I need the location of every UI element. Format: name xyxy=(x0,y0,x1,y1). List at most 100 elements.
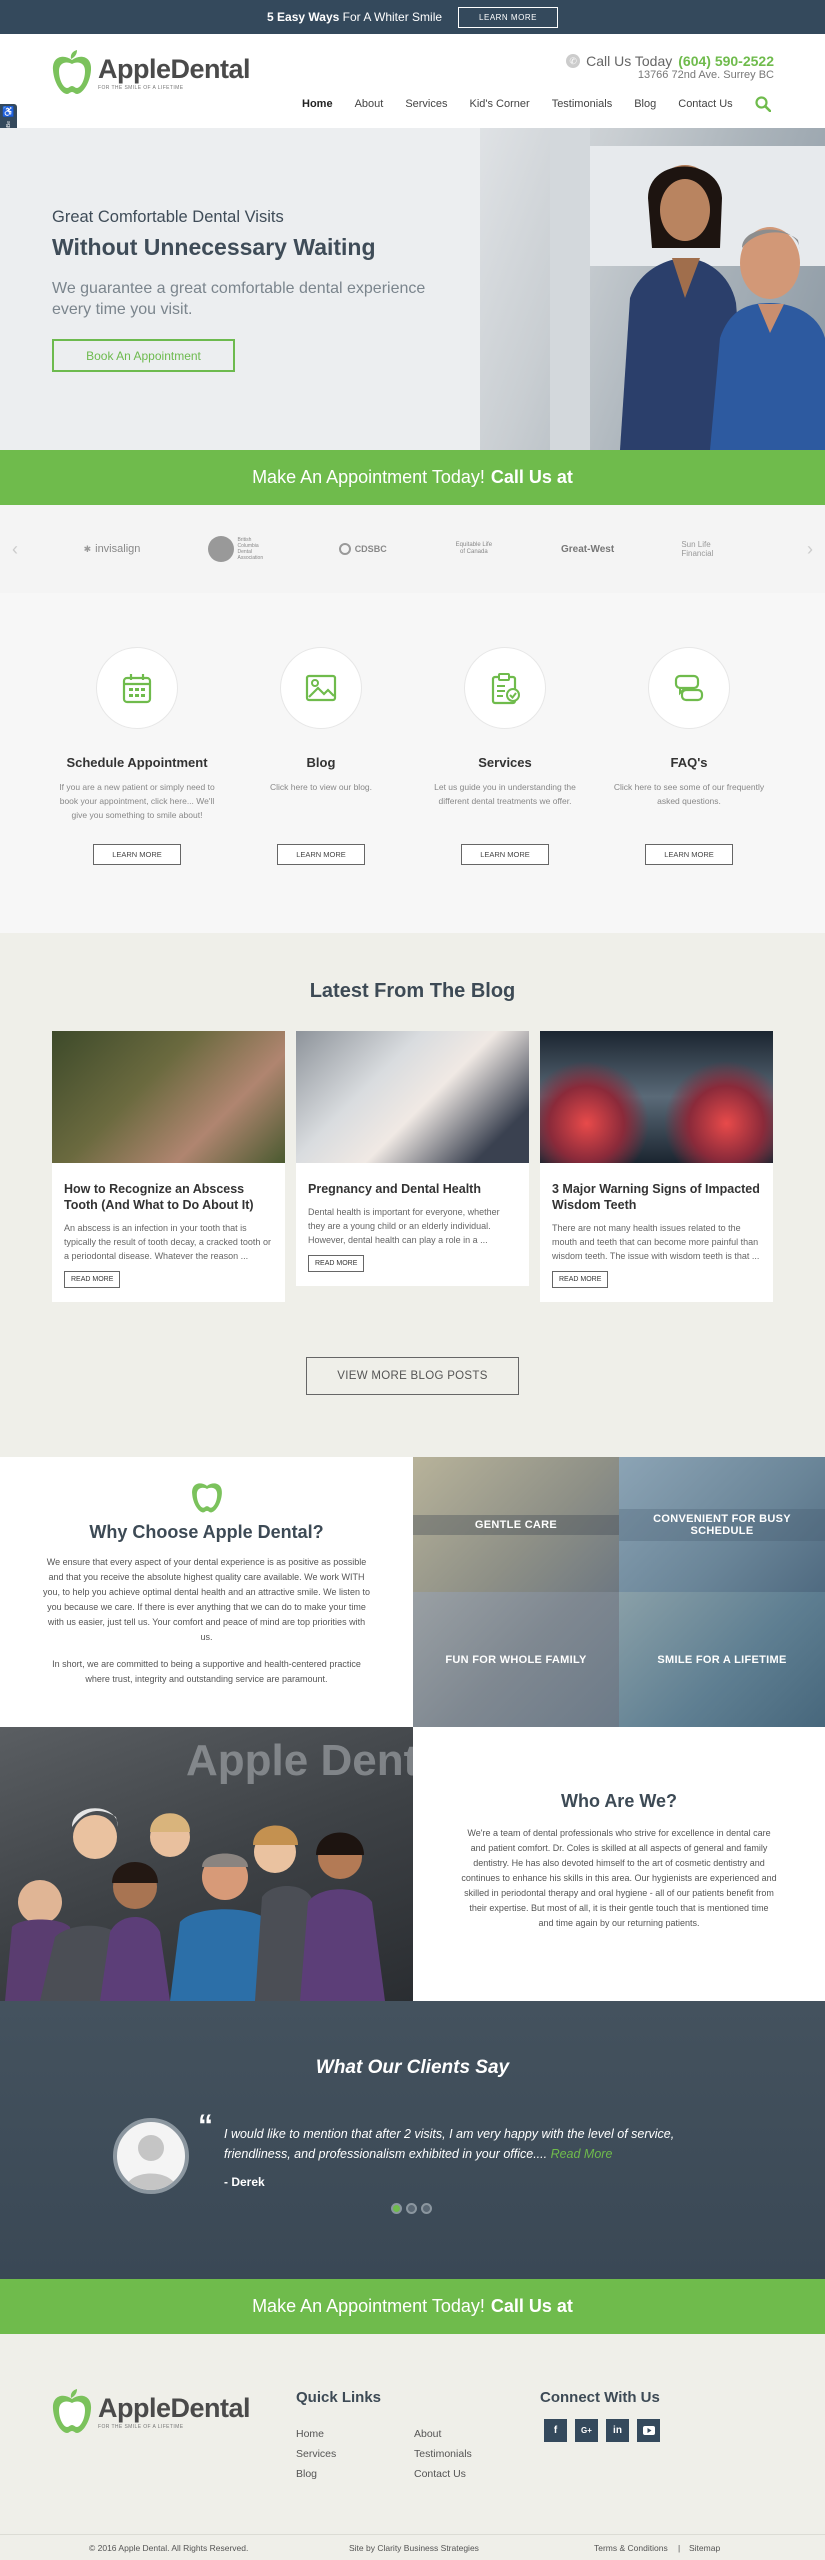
site-logo[interactable]: AppleDental FOR THE SMILE OF A LIFETIME xyxy=(50,50,251,96)
blog-post-card: Pregnancy and Dental Health Dental healt… xyxy=(296,1031,529,1286)
blog-post-title[interactable]: How to Recognize an Abscess Tooth (And W… xyxy=(52,1163,285,1213)
blog-post-title[interactable]: 3 Major Warning Signs of Impacted Wisdom… xyxy=(540,1163,773,1213)
service-card-schedule: Schedule Appointment If you are a new pa… xyxy=(52,647,222,865)
partner-logo-equitable[interactable]: Equitable Life of Canada xyxy=(454,542,494,556)
footer-link-contact[interactable]: Contact Us xyxy=(414,2464,472,2484)
service-icon-circle[interactable] xyxy=(96,647,178,729)
nav-about[interactable]: About xyxy=(355,98,384,110)
site-credit-link[interactable]: Site by Clarity Business Strategies xyxy=(349,2543,479,2553)
client-avatar xyxy=(113,2118,189,2194)
who-are-we-section: Who Are We? We're a team of dental profe… xyxy=(413,1727,825,2001)
feature-tile-family[interactable]: FUN FOR WHOLE FAMILY xyxy=(413,1592,619,1727)
partner-logo-sunlife[interactable]: Sun Life Financial xyxy=(681,540,741,558)
read-more-button[interactable]: READ MORE xyxy=(64,1271,121,1288)
nav-contact[interactable]: Contact Us xyxy=(678,98,732,110)
logo-tagline: FOR THE SMILE OF A LIFETIME xyxy=(98,2423,184,2430)
service-icon-circle[interactable] xyxy=(464,647,546,729)
chat-icon xyxy=(674,674,704,702)
linkedin-icon[interactable]: in xyxy=(606,2419,629,2442)
read-more-button[interactable]: READ MORE xyxy=(308,1255,365,1272)
slide-dot[interactable] xyxy=(421,2203,432,2214)
call-to-action-bar: Make An Appointment Today! Call Us at xyxy=(0,450,825,505)
phone-number[interactable]: (604) 590-2522 xyxy=(678,53,774,69)
cta-call-link[interactable]: Call Us at xyxy=(491,467,573,488)
image-icon xyxy=(305,674,337,702)
footer-link-home[interactable]: Home xyxy=(296,2424,336,2444)
service-description: Click here to view our blog. xyxy=(269,782,373,792)
read-more-button[interactable]: READ MORE xyxy=(552,1271,609,1288)
phone-icon: ✆ xyxy=(566,54,581,68)
service-description: Let us guide you in understanding the di… xyxy=(434,782,576,806)
call-to-action-bar-bottom: Make An Appointment Today! Call Us at xyxy=(0,2279,825,2334)
blog-post-title[interactable]: Pregnancy and Dental Health xyxy=(296,1163,529,1197)
apple-tooth-icon xyxy=(191,1483,222,1513)
testimonial-author: - Derek xyxy=(224,2175,265,2189)
sitemap-link[interactable]: Sitemap xyxy=(689,2543,720,2553)
team-group-photo: Apple Dental xyxy=(0,1727,413,2001)
cta-text: Make An Appointment Today! xyxy=(252,467,485,487)
bcda-crest-icon xyxy=(207,536,234,562)
hero-banner: Great Comfortable Dental Visits Without … xyxy=(0,128,825,450)
user-avatar-icon xyxy=(125,2135,177,2190)
nav-home[interactable]: Home xyxy=(302,98,333,110)
book-appointment-button[interactable]: Book An Appointment xyxy=(52,339,235,372)
hero-description: We guarantee a great comfortable dental … xyxy=(52,280,426,318)
social-links: f G+ in xyxy=(544,2419,660,2442)
cta-text: Make An Appointment Today! xyxy=(252,2296,485,2316)
testimonials-title: What Our Clients Say xyxy=(315,2057,510,2078)
why-paragraph-2: In short, we are committed to being a su… xyxy=(52,1659,361,1684)
blog-section-title: Latest From The Blog xyxy=(309,980,516,1002)
footer-link-services[interactable]: Services xyxy=(296,2444,336,2464)
footer-link-about[interactable]: About xyxy=(414,2424,472,2444)
footer-logo[interactable]: AppleDental FOR THE SMILE OF A LIFETIME xyxy=(50,2389,251,2435)
blog-learn-more-button[interactable]: LEARN MORE xyxy=(277,844,365,865)
promo-learn-more-button[interactable]: LEARN MORE xyxy=(458,6,558,28)
connect-title: Connect With Us xyxy=(540,2389,660,2406)
read-more-link[interactable]: Read More xyxy=(551,2147,613,2161)
partner-logo-great-west[interactable]: Great-West xyxy=(561,544,614,555)
carousel-next-arrow-icon[interactable]: › xyxy=(807,539,813,560)
youtube-icon[interactable] xyxy=(637,2419,660,2442)
terms-link[interactable]: Terms & Conditions xyxy=(594,2543,668,2553)
nav-kids-corner[interactable]: Kid's Corner xyxy=(470,98,530,110)
footer-link-testimonials[interactable]: Testimonials xyxy=(414,2444,472,2464)
service-description: Click here to see some of our frequently… xyxy=(613,782,765,806)
carousel-prev-arrow-icon[interactable]: ‹ xyxy=(12,539,18,560)
facebook-icon[interactable]: f xyxy=(544,2419,567,2442)
quick-links-title: Quick Links xyxy=(296,2389,382,2406)
footer-link-blog[interactable]: Blog xyxy=(296,2464,336,2484)
service-card-faq: FAQ's Click here to see some of our freq… xyxy=(604,647,774,865)
view-more-blog-posts-button[interactable]: VIEW MORE BLOG POSTS xyxy=(306,1357,519,1395)
who-title: Who Are We? xyxy=(561,1791,677,1811)
nav-testimonials[interactable]: Testimonials xyxy=(552,98,613,110)
cta-call-link[interactable]: Call Us at xyxy=(491,2296,573,2317)
google-plus-icon[interactable]: G+ xyxy=(575,2419,598,2442)
partner-logo-invisalign[interactable]: ✱ invisalign xyxy=(84,543,141,555)
feature-tile-smile[interactable]: SMILE FOR A LIFETIME xyxy=(619,1592,825,1727)
blog-post-image[interactable] xyxy=(296,1031,529,1163)
schedule-learn-more-button[interactable]: LEARN MORE xyxy=(93,844,181,865)
blog-post-excerpt: There are not many health issues related… xyxy=(552,1223,760,1261)
search-icon[interactable] xyxy=(755,96,771,112)
feature-tile-gentle-care[interactable]: GENTLE CARE xyxy=(413,1457,619,1592)
slide-dot[interactable] xyxy=(406,2203,417,2214)
footer-bottom-bar: © 2016 Apple Dental. All Rights Reserved… xyxy=(0,2534,825,2560)
service-icon-circle[interactable] xyxy=(280,647,362,729)
blog-post-image[interactable] xyxy=(52,1031,285,1163)
call-label: Call Us Today xyxy=(586,53,673,69)
nav-services[interactable]: Services xyxy=(405,98,447,110)
slide-dot-active[interactable] xyxy=(391,2203,402,2214)
partner-logo-bcda[interactable]: British Columbia Dental Association xyxy=(207,536,272,562)
partner-logo-cdsbc[interactable]: CDSBC xyxy=(338,543,387,555)
apple-logo-icon xyxy=(52,50,92,94)
service-icon-circle[interactable] xyxy=(648,647,730,729)
blog-post-image[interactable] xyxy=(540,1031,773,1163)
blog-post-card: 3 Major Warning Signs of Impacted Wisdom… xyxy=(540,1031,773,1302)
blog-post-excerpt: Dental health is important for everyone,… xyxy=(308,1207,500,1245)
feature-tile-convenient[interactable]: CONVENIENT FOR BUSY SCHEDULE xyxy=(619,1457,825,1592)
promo-text: 5 Easy Ways For A Whiter Smile xyxy=(267,10,443,24)
faq-learn-more-button[interactable]: LEARN MORE xyxy=(645,844,733,865)
quick-links-col-1: Home Services Blog xyxy=(296,2424,336,2484)
nav-blog[interactable]: Blog xyxy=(634,98,656,110)
services-learn-more-button[interactable]: LEARN MORE xyxy=(461,844,549,865)
